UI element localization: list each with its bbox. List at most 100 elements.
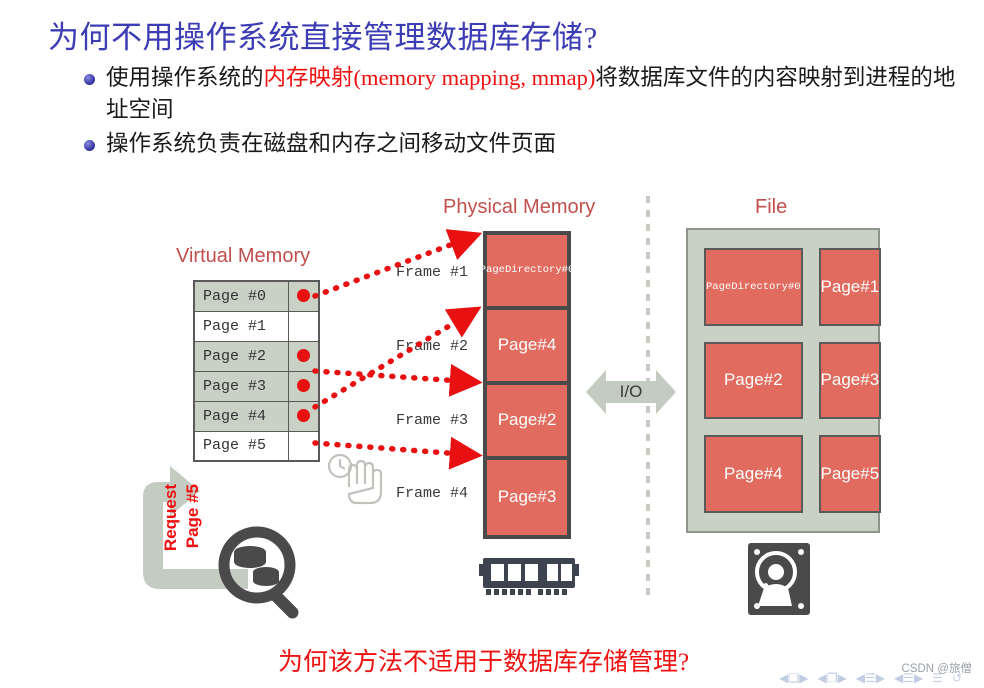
divider-dot	[646, 322, 650, 329]
file-text-line: Page	[820, 463, 861, 483]
file-text-line: #2	[763, 370, 783, 390]
nav-prev-subsec-icon[interactable]: ◀​☰​▶	[856, 671, 885, 685]
bullet-text-1: 操作系统负责在磁盘和内存之间移动文件页面	[106, 130, 557, 156]
slide: 为何不用操作系统直接管理数据库存储? 使用操作系统的内存映射(memory ma…	[0, 0, 984, 688]
page-title: 为何不用操作系统直接管理数据库存储?	[48, 20, 598, 55]
divider-dot	[646, 504, 650, 511]
file-text-line: Page	[820, 276, 861, 296]
nav-prev-sec-icon[interactable]: ◀​☰​▶	[894, 671, 923, 685]
nav-doc-icon[interactable]: ☰	[932, 671, 943, 685]
bullet-dot-icon	[84, 74, 95, 85]
frame-label-3: Frame #3	[396, 412, 469, 429]
vm-page-label: Page #5	[193, 430, 289, 462]
virtual-memory-table: Page #0 Page #1 Page #2 Page #3 Page #4 Page …	[193, 280, 320, 462]
divider-dot	[646, 588, 650, 595]
vm-page-label: Page #1	[193, 310, 289, 342]
frame-text-line: #0	[561, 264, 575, 277]
frame-text-line: Page	[479, 264, 505, 277]
file-panel: Page Directory #0 Page #1 Page #2 Page #3 Page #4 P…	[686, 228, 882, 533]
divider-dot	[646, 546, 650, 553]
file-text-line: #3	[860, 370, 880, 390]
divider-dot	[646, 252, 650, 259]
virtual-memory-heading: Virtual Memory	[176, 245, 311, 267]
divider-dot	[646, 462, 650, 469]
physical-memory-heading: Physical Memory	[443, 196, 596, 218]
table-row: Page #0	[193, 280, 319, 312]
beamer-navigation[interactable]: ◀​❑​▶ ◀​❐​▶ ◀​☰​▶ ◀​☰​▶ ☰ ↺	[779, 670, 962, 686]
divider-dot	[646, 490, 650, 497]
file-page-block: Page #2	[704, 341, 803, 420]
vm-page-label: Page #2	[193, 340, 289, 372]
table-row: Page #2	[193, 340, 319, 372]
table-row: Page #5	[193, 430, 319, 462]
io-label: I/O	[619, 382, 643, 401]
file-text-line: Directory	[731, 280, 788, 293]
frame-label-4: Frame #4	[396, 485, 469, 502]
divider-dot	[646, 574, 650, 581]
divider-dot	[646, 518, 650, 525]
mapped-dot-icon	[296, 409, 310, 423]
physical-memory-frame: Page #2	[487, 385, 567, 460]
vm-mapped-flag	[287, 340, 319, 372]
footer-caption: 为何该方法不适用于数据库存储管理?	[278, 649, 690, 676]
nav-prev-slide-icon[interactable]: ◀​❑​▶	[779, 671, 808, 685]
mapped-dot-icon	[296, 379, 310, 393]
divider-dot	[646, 532, 650, 539]
file-text-line: Page	[723, 370, 764, 390]
physical-memory-frame: Page Directory #0	[480, 235, 574, 310]
physical-memory-column: Page Directory #0 Page #4 Page #2 Page #3	[480, 231, 574, 539]
divider-dot	[646, 420, 650, 427]
file-text-line: #1	[860, 276, 880, 296]
bullet-text-pre: 使用操作系统的	[106, 65, 264, 90]
file-heading: File	[755, 196, 788, 218]
mapped-dot-icon	[296, 289, 310, 303]
nav-prev-frame-icon[interactable]: ◀​❐​▶	[818, 671, 847, 685]
divider-dot	[646, 210, 650, 217]
file-page-block: Page #5	[818, 435, 882, 513]
vm-mapped-flag	[287, 430, 319, 462]
request-label-line2: Page #5	[183, 484, 202, 549]
physical-memory-frame: Page #4	[487, 310, 567, 385]
file-page-block: Page #4	[704, 435, 803, 513]
list-item: 操作系统负责在磁盘和内存之间移动文件页面	[84, 128, 964, 160]
io-arrow-wrap: I/O	[586, 366, 676, 418]
frame-text-line: #4	[537, 335, 557, 355]
request-label-line1: Request	[161, 484, 180, 552]
vm-mapped-flag	[287, 280, 319, 312]
bullet-list: 使用操作系统的内存映射(memory mapping, mmap)将数据库文件的…	[84, 62, 964, 162]
file-text-line: Page	[820, 370, 861, 390]
frame-text-line: Page	[497, 487, 538, 507]
vm-mapped-flag	[287, 310, 319, 342]
file-page-block: Page Directory #0	[704, 248, 803, 326]
vm-page-label: Page #4	[193, 400, 289, 432]
divider-dot	[646, 336, 650, 343]
file-text-line: #5	[860, 463, 880, 483]
divider-dot	[646, 196, 650, 203]
physical-memory-frame: Page #3	[487, 460, 567, 535]
vm-mapped-flag	[287, 370, 319, 402]
file-text-line: Page	[706, 280, 732, 293]
bullet-dot-icon	[84, 139, 95, 151]
frame-text-line: Directory	[504, 264, 562, 277]
file-page-block: Page #1	[818, 248, 882, 326]
frame-text-line: Page	[497, 410, 538, 430]
divider-dot	[646, 308, 650, 315]
divider-dot	[646, 266, 650, 273]
divider-dot	[646, 238, 650, 245]
bullet-text-0: 使用操作系统的内存映射(memory mapping, mmap)将数据库文件的…	[106, 62, 964, 126]
file-text-line: Page	[723, 463, 764, 483]
divider-dot	[646, 434, 650, 441]
frame-label-1: Frame #1	[396, 264, 469, 281]
frame-text-line: #3	[537, 487, 557, 507]
divider-dot	[646, 224, 650, 231]
divider-dot	[646, 294, 650, 301]
divider-dot	[646, 476, 650, 483]
nav-back-icon[interactable]: ↺	[952, 671, 962, 685]
file-text-line: #0	[787, 280, 801, 293]
table-row: Page #1	[193, 310, 319, 342]
divider-dot	[646, 350, 650, 357]
bullet-text-highlight: 内存映射(memory mapping, mmap)	[263, 65, 596, 90]
frame-label-2: Frame #2	[396, 338, 469, 355]
file-text-line: #4	[763, 463, 783, 483]
file-page-block: Page #3	[818, 341, 882, 420]
